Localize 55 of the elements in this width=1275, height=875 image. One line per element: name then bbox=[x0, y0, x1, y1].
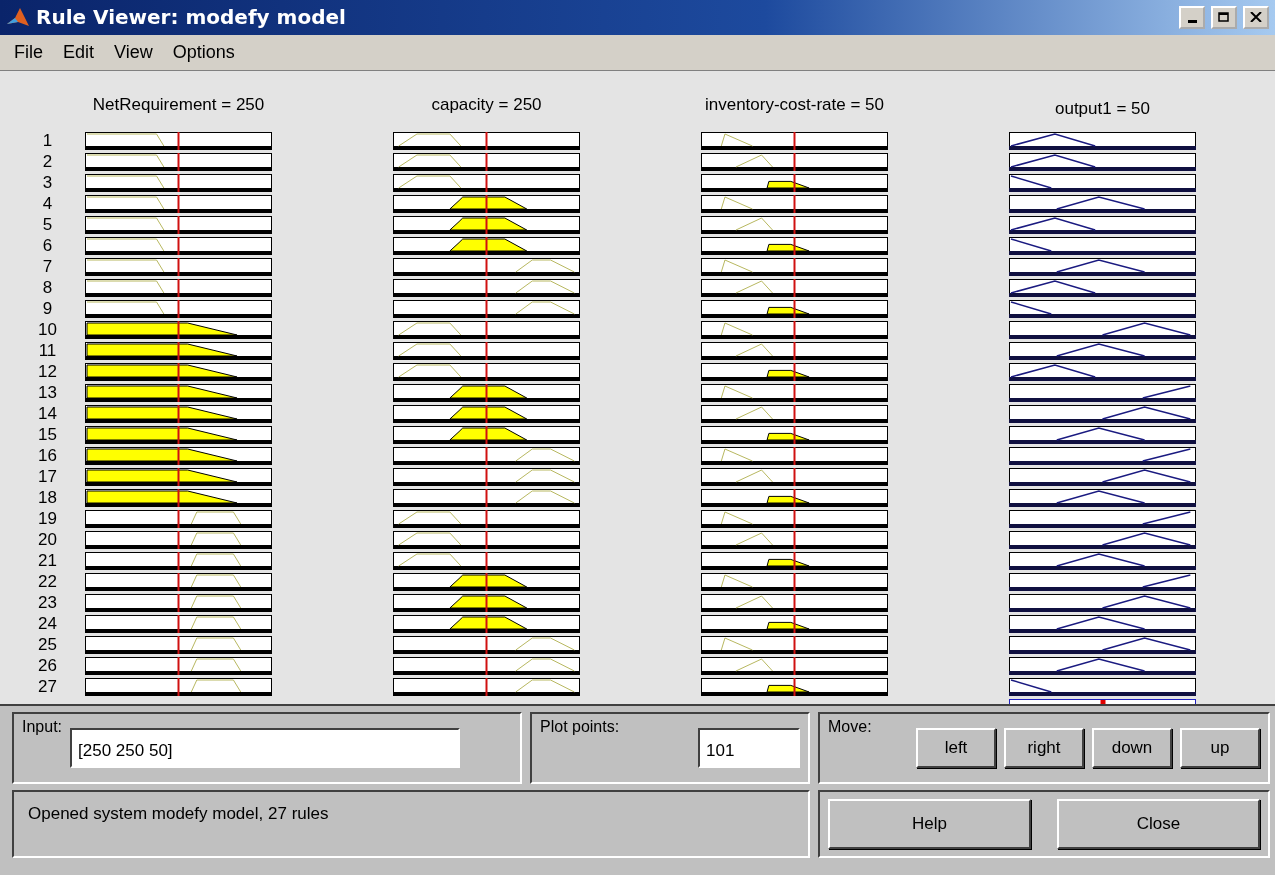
rule-number: 14 bbox=[37, 405, 57, 424]
rule-number: 12 bbox=[37, 363, 57, 382]
rule-number: 25 bbox=[37, 636, 57, 655]
move-button[interactable]: up bbox=[1180, 728, 1260, 769]
maximize-button[interactable] bbox=[1211, 5, 1237, 29]
maximize-icon bbox=[1218, 12, 1230, 23]
plot-points-field[interactable]: 101 bbox=[698, 728, 800, 769]
rule-number: 1 bbox=[41, 132, 53, 151]
rule-number: 4 bbox=[41, 195, 53, 214]
menu-item[interactable]: Options bbox=[164, 40, 243, 66]
rule-number: 17 bbox=[37, 468, 57, 487]
rule-number: 9 bbox=[41, 300, 53, 319]
rule-number: 18 bbox=[37, 489, 57, 508]
variable-label: NetRequirement = 250 bbox=[92, 95, 265, 116]
rule-number: 13 bbox=[37, 384, 57, 403]
rule-number: 10 bbox=[37, 321, 57, 340]
dialog-button[interactable]: Close bbox=[1057, 799, 1260, 850]
dialog-button[interactable]: Help bbox=[828, 799, 1031, 850]
rule-number: 27 bbox=[37, 678, 57, 697]
input-label: Input: bbox=[22, 718, 63, 737]
rule-number: 16 bbox=[37, 447, 57, 466]
rule-number: 26 bbox=[37, 657, 57, 676]
variable-label: capacity = 250 bbox=[431, 95, 542, 116]
minimize-icon bbox=[1187, 19, 1197, 23]
rule-number: 6 bbox=[41, 237, 53, 256]
rule-number: 19 bbox=[37, 510, 57, 529]
menu-item[interactable]: View bbox=[106, 40, 161, 66]
variable-label: inventory-cost-rate = 50 bbox=[704, 95, 885, 116]
status-message: Opened system modefy model, 27 rules bbox=[27, 803, 330, 826]
rule-number: 5 bbox=[41, 216, 53, 235]
rule-number: 3 bbox=[41, 174, 53, 193]
rule-number: 21 bbox=[37, 552, 57, 571]
app-logo-icon bbox=[6, 6, 30, 29]
rule-number: 11 bbox=[37, 342, 57, 361]
rule-number: 7 bbox=[41, 258, 53, 277]
variable-label: output1 = 50 bbox=[1055, 99, 1150, 120]
move-label: Move: bbox=[828, 718, 872, 737]
move-button[interactable]: right bbox=[1004, 728, 1084, 769]
rule-number: 8 bbox=[41, 279, 53, 298]
rule-number: 22 bbox=[37, 573, 57, 592]
rule-number: 2 bbox=[41, 153, 53, 172]
menu-item[interactable]: Edit bbox=[55, 40, 103, 66]
rule-number: 23 bbox=[37, 594, 57, 613]
move-button[interactable]: left bbox=[916, 728, 996, 769]
minimize-button[interactable] bbox=[1179, 5, 1205, 29]
close-button[interactable] bbox=[1243, 5, 1269, 29]
input-field[interactable]: [250 250 50] bbox=[70, 728, 461, 769]
rule-number: 15 bbox=[37, 426, 57, 445]
window-title: Rule Viewer: modefy model bbox=[36, 5, 347, 30]
plot-points-label: Plot points: bbox=[540, 718, 620, 737]
close-icon bbox=[1250, 12, 1262, 23]
rule-number: 24 bbox=[37, 615, 57, 634]
menu-item[interactable]: File bbox=[6, 40, 51, 66]
move-button[interactable]: down bbox=[1092, 728, 1172, 769]
rule-number: 20 bbox=[37, 531, 57, 550]
